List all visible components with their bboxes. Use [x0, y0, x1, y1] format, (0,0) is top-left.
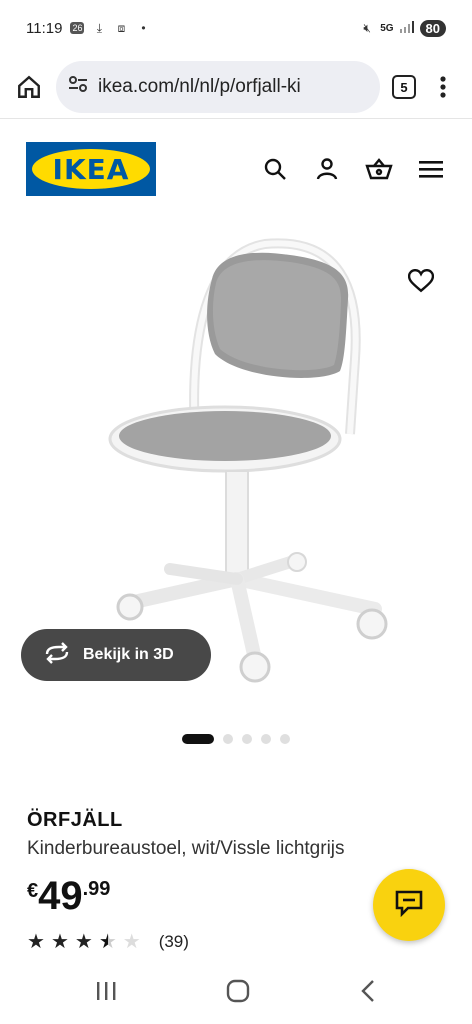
dot-icon: • [141, 21, 146, 35]
product-info: ÖRFJÄLL Kinderbureaustoel, wit/Vissle li… [0, 749, 472, 952]
chat-button[interactable] [373, 869, 445, 941]
battery-indicator: 80 [419, 19, 446, 37]
carousel-dot-4[interactable] [261, 734, 271, 744]
screenshot-icon: ⧈ [117, 21, 126, 35]
view-3d-label: Bekijk in 3D [83, 646, 174, 663]
mute-icon: 🔇︎ [363, 21, 371, 35]
star-1-icon: ★ [27, 931, 45, 953]
star-3-icon: ★ [74, 931, 93, 953]
signal-icon [399, 20, 414, 36]
star-5-icon: ★ [122, 931, 141, 953]
logo-text: IKEA [32, 149, 150, 189]
url-text[interactable]: ikea.com/nl/nl/p/orfjall-ki [98, 76, 301, 98]
address-bar[interactable]: ikea.com/nl/nl/p/orfjall-ki [56, 61, 380, 113]
download-icon: ⤓ [96, 21, 103, 35]
search-icon[interactable] [260, 154, 290, 184]
view-3d-button[interactable]: Bekijk in 3D [21, 629, 211, 681]
status-right: 🔇︎ 5G 80 [360, 19, 446, 37]
price-integer: 49 [38, 874, 83, 918]
ikea-logo[interactable]: IKEA [26, 142, 156, 196]
site-header: IKEA [0, 119, 472, 219]
status-time: 11:19 [26, 19, 63, 37]
product-rating[interactable]: ★ ★ ★ ★ ★ (39) [27, 932, 445, 952]
home-button-icon[interactable] [226, 979, 250, 1008]
carousel-dot-1[interactable] [182, 734, 214, 744]
carousel-indicator [0, 729, 472, 749]
back-icon[interactable] [359, 979, 377, 1008]
5g-icon: 5G [380, 22, 394, 34]
header-icons [260, 154, 446, 184]
calendar-notification-icon: 26 [70, 22, 85, 34]
browser-toolbar: ikea.com/nl/nl/p/orfjall-ki 5 [0, 56, 472, 118]
status-left: 11:19 26 ⤓ ⧈ • [26, 20, 150, 37]
rotate-3d-icon [43, 641, 71, 669]
price-decimal: .99 [82, 878, 111, 900]
product-name: ÖRFJÄLL [27, 809, 123, 831]
hamburger-menu-icon[interactable] [416, 154, 446, 184]
recent-apps-icon[interactable] [95, 980, 117, 1007]
carousel-dot-3[interactable] [242, 734, 252, 744]
status-bar: 11:19 26 ⤓ ⧈ • 🔇︎ 5G 80 [0, 0, 472, 56]
carousel-dot-2[interactable] [223, 734, 233, 744]
carousel-dot-5[interactable] [280, 734, 290, 744]
tab-switcher-button[interactable]: 5 [392, 75, 416, 99]
star-2-icon: ★ [50, 931, 69, 953]
system-navigation-bar [0, 962, 472, 1024]
shopping-basket-icon[interactable] [364, 154, 394, 184]
product-description: Kinderbureaustoel, wit/Vissle lichtgrijs [27, 838, 345, 859]
price-currency: € [27, 880, 39, 902]
product-image-gallery[interactable]: Bekijk in 3D [0, 219, 472, 729]
more-menu-icon[interactable] [428, 72, 458, 102]
favorite-heart-icon[interactable] [407, 268, 435, 298]
chat-bubble-icon [394, 889, 424, 922]
home-icon[interactable] [14, 72, 44, 102]
star-4-half-icon: ★ [98, 931, 117, 953]
review-count[interactable]: (39) [159, 932, 189, 952]
user-icon[interactable] [312, 154, 342, 184]
site-settings-icon[interactable] [68, 75, 88, 99]
